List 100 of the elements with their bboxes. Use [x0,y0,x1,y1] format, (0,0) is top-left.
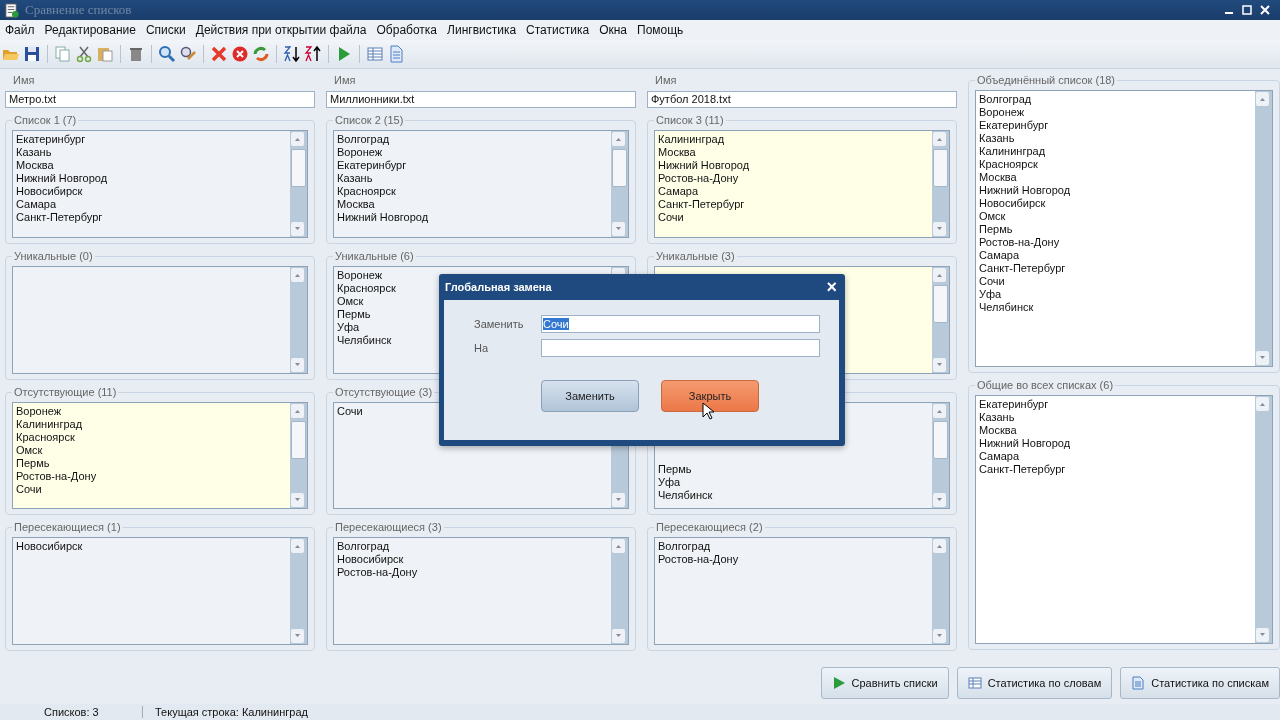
list-item[interactable]: Калининград [16,417,287,431]
scroll-down-button[interactable] [291,357,304,372]
scroll-down-button[interactable] [933,629,946,643]
scroll-thumb[interactable] [291,149,306,187]
list-box[interactable]: Волгоград Воронеж Екатеринбург Казань Калининград Красноярск Москва Нижний Новгород Новосибирск Омск Пермь Ростов-на-Дону Самара Санкт-Петербург Сочи Уфа Челябинск [975,90,1273,367]
list-box[interactable]: Новосибирск [12,537,308,645]
menu-item[interactable]: Файл [0,23,40,37]
search-icon[interactable] [158,45,176,63]
list-box[interactable]: Екатеринбург Казань Москва Нижний Новгород Самара Санкт-Петербург [975,395,1273,644]
menu-item[interactable]: Статистика [521,23,595,37]
scrollbar[interactable] [932,402,949,509]
list-item[interactable]: Санкт-Петербург [658,198,929,211]
scroll-up-button[interactable] [1256,397,1269,411]
list-item[interactable]: Москва [16,159,287,172]
list-item[interactable]: Ростов-на-Дону [337,566,608,580]
scroll-thumb[interactable] [933,149,948,187]
list-item[interactable]: Челябинск [979,301,1252,314]
list-box[interactable]: Волгоград Новосибирск Ростов-на-Дону [333,537,629,645]
scroll-up-button[interactable] [612,539,625,554]
list-item[interactable]: Калининград [658,133,929,146]
list-item[interactable]: Красноярск [979,158,1252,171]
cross-icon[interactable] [210,45,228,63]
action-button[interactable]: Сравнить списки [820,667,949,699]
scroll-down-button[interactable] [291,221,304,236]
list-item[interactable]: Самара [658,185,929,198]
save-icon[interactable] [23,45,41,63]
list-item[interactable]: Нижний Новгород [979,437,1252,450]
list-item[interactable]: Москва [658,146,929,159]
scroll-up-button[interactable] [291,267,304,282]
list-item[interactable]: Екатеринбург [16,133,287,146]
scroll-up-button[interactable] [291,132,304,146]
scrollbar[interactable] [1255,91,1272,366]
menu-item[interactable]: Лингвистика [442,23,522,37]
list-item[interactable]: Сочи [16,482,287,496]
paste-icon[interactable] [96,45,114,63]
scrollbar[interactable] [932,266,949,373]
scroll-down-button[interactable] [291,629,304,643]
list-item[interactable]: Калининград [979,145,1252,158]
list-item[interactable]: Нижний Новгород [658,159,929,172]
scroll-down-button[interactable] [612,493,625,508]
input-field[interactable]: Сочи [541,315,820,333]
action-button[interactable]: Статистика по словам [956,667,1113,699]
menu-item[interactable]: Обработка [371,23,443,37]
scroll-up-button[interactable] [933,132,946,146]
list-item[interactable]: Новосибирск [16,540,287,554]
list-item[interactable]: Омск [979,210,1252,223]
scroll-up-button[interactable] [612,132,625,146]
scrollbar[interactable] [290,131,307,237]
list-item[interactable]: Санкт-Петербург [979,463,1252,476]
scroll-down-button[interactable] [291,493,304,508]
list-item[interactable]: Нижний Новгород [337,211,608,224]
list-item[interactable]: Волгоград [337,133,608,146]
list-item[interactable]: Казань [16,146,287,159]
scroll-up-button[interactable] [933,267,946,282]
scroll-down-button[interactable] [612,629,625,643]
file-name-field[interactable]: Метро.txt [5,91,315,108]
list-item[interactable]: Красноярск [337,185,608,198]
menu-item[interactable]: Окна [594,23,632,37]
list-item[interactable]: Сочи [979,275,1252,288]
action-button[interactable]: Статистика по спискам [1120,667,1280,699]
scrollbar[interactable] [932,131,949,237]
input-field[interactable] [541,339,820,357]
scroll-up-button[interactable] [1256,92,1269,106]
trash-icon[interactable] [127,45,145,63]
scrollbar[interactable] [611,131,628,237]
scroll-thumb[interactable] [933,420,948,459]
list-item[interactable]: Уфа [979,288,1252,301]
list-item[interactable]: Москва [979,424,1252,437]
list-item[interactable]: Волгоград [979,93,1252,106]
maximize-icon[interactable] [1242,5,1252,15]
close-button[interactable]: × [826,276,837,298]
scrollbar[interactable] [290,402,307,509]
list-box[interactable]: Екатеринбург Казань Москва Нижний Новгород Новосибирск Самара Санкт-Петербург [12,130,308,238]
sort-ascending-icon[interactable] [283,45,301,63]
list-item[interactable]: Ростов-на-Дону [658,172,929,185]
list-item[interactable]: Пермь [16,456,287,470]
scroll-up-button[interactable] [291,403,304,418]
scroll-down-button[interactable] [1256,351,1269,365]
list-item[interactable]: Уфа [658,476,929,490]
scrollbar[interactable] [1255,396,1272,643]
menu-item[interactable]: Списки [140,23,191,37]
scrollbar[interactable] [611,538,628,644]
list-item[interactable]: Нижний Новгород [16,172,287,185]
list-item[interactable]: Санкт-Петербург [979,262,1252,275]
list-item[interactable]: Ростов-на-Дону [16,469,287,483]
list-item[interactable]: Нижний Новгород [979,184,1252,197]
menu-item[interactable]: Редактирование [39,23,141,37]
file-name-field[interactable]: Футбол 2018.txt [647,91,957,108]
list-box[interactable]: Воронеж Калининград Красноярск Омск Пермь Ростов-на-Дону Сочи [12,401,308,510]
list-item[interactable]: Екатеринбург [979,119,1252,132]
dialog-button[interactable]: Закрыть [661,380,759,412]
list-box[interactable]: Калининград Москва Нижний Новгород Ростов-на-Дону Самара Санкт-Петербург Сочи [654,130,950,238]
scroll-thumb[interactable] [291,420,306,459]
file-name-field[interactable]: Миллионники.txt [326,91,636,108]
list-item[interactable]: Омск [16,443,287,457]
list-item[interactable]: Волгоград [337,540,608,554]
scroll-down-button[interactable] [933,357,946,372]
list-item[interactable]: Казань [979,132,1252,145]
scroll-thumb[interactable] [612,149,627,187]
scrollbar[interactable] [290,266,307,373]
